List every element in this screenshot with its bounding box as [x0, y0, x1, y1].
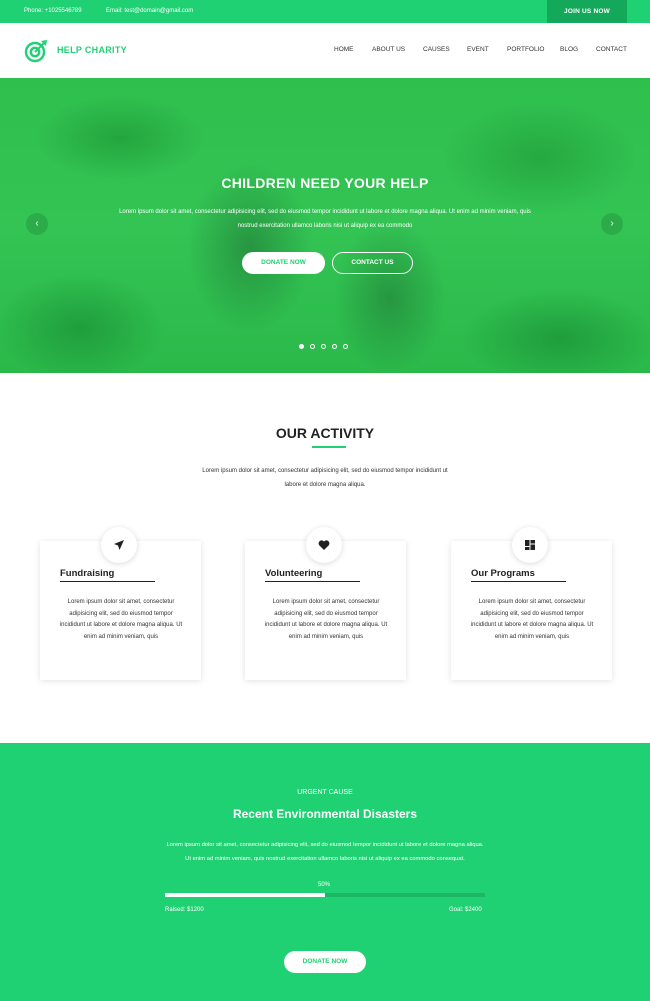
slider-dot[interactable]: [332, 344, 337, 349]
card-title: Fundraising: [60, 568, 115, 579]
card-icon-badge: [306, 527, 342, 563]
urgent-kicker: URGENT CAUSE: [297, 789, 353, 796]
dashboard-grid-icon: [525, 540, 535, 550]
activity-card-programs[interactable]: Our Programs Lorem ipsum dolor sit amet,…: [451, 527, 612, 680]
top-bar: Phone: +1025546789 Email: test@domain@gm…: [0, 0, 650, 23]
card-title: Volunteering: [265, 568, 323, 579]
contact-phone: Phone: +1025546789: [24, 8, 82, 14]
slider-next-button[interactable]: ›: [601, 213, 623, 235]
card-icon-badge: [101, 527, 137, 563]
urgent-text: Lorem ipsum dolor sit amet, consectetur …: [166, 842, 484, 862]
paper-plane-icon: [114, 540, 124, 550]
heart-icon: [318, 540, 330, 550]
slider-dot[interactable]: [321, 344, 326, 349]
slider-dot[interactable]: [299, 344, 304, 349]
slider-dot[interactable]: [310, 344, 315, 349]
card-icon-badge: [512, 527, 548, 563]
card-title-underline: [60, 581, 155, 582]
brand-name[interactable]: HELP CHARITY: [57, 45, 127, 55]
nav-causes[interactable]: CAUSES: [423, 46, 450, 53]
join-us-button[interactable]: JOIN US NOW: [547, 0, 627, 23]
title-underline: [312, 446, 346, 448]
activity-intro: Lorem ipsum dolor sit amet, consectetur …: [202, 468, 448, 488]
hero-text: Lorem ipsum dolor sit amet, consectetur …: [119, 209, 531, 229]
card-text: Lorem ipsum dolor sit amet, consectetur …: [264, 599, 388, 640]
nav-contact[interactable]: CONTACT: [596, 46, 627, 53]
goal-amount: Goal: $2400: [449, 907, 482, 913]
main-navbar: HELP CHARITY HOME ABOUT US CAUSES EVENT …: [0, 23, 650, 78]
card-title-underline: [265, 581, 360, 582]
card-text: Lorem ipsum dolor sit amet, consectetur …: [470, 599, 594, 640]
target-icon[interactable]: [24, 39, 48, 63]
card-title-underline: [471, 581, 566, 582]
raised-amount: Raised: $1200: [165, 907, 204, 913]
progress-percent: 50%: [318, 882, 331, 888]
hero-donate-button[interactable]: DONATE NOW: [242, 252, 325, 274]
hero-slider: CHILDREN NEED YOUR HELP Lorem ipsum dolo…: [0, 78, 650, 373]
nav-blog[interactable]: BLOG: [560, 46, 578, 53]
activity-card-volunteering[interactable]: Volunteering Lorem ipsum dolor sit amet,…: [245, 527, 406, 680]
card-title: Our Programs: [471, 568, 535, 579]
nav-home[interactable]: HOME: [334, 46, 354, 53]
urgent-donate-button[interactable]: DONATE NOW: [284, 951, 366, 973]
chevron-right-icon: ›: [610, 218, 614, 229]
slider-dot[interactable]: [343, 344, 348, 349]
nav-event[interactable]: EVENT: [467, 46, 489, 53]
chevron-left-icon: ‹: [35, 218, 39, 229]
nav-portfolio[interactable]: PORTFOLIO: [507, 46, 544, 53]
urgent-cause-section: URGENT CAUSE Recent Environmental Disast…: [0, 743, 650, 1001]
contact-email: Email: test@domain@gmail.com: [106, 8, 194, 14]
slider-prev-button[interactable]: ‹: [26, 213, 48, 235]
hero-contact-button[interactable]: CONTACT US: [332, 252, 413, 274]
donation-progress-bar: [165, 893, 485, 897]
hero-title: CHILDREN NEED YOUR HELP: [221, 175, 429, 191]
activity-card-fundraising[interactable]: Fundraising Lorem ipsum dolor sit amet, …: [40, 527, 201, 680]
progress-fill: [165, 893, 325, 897]
urgent-title: Recent Environmental Disasters: [232, 807, 418, 821]
nav-about-us[interactable]: ABOUT US: [372, 46, 405, 53]
activity-title: OUR ACTIVITY: [275, 425, 375, 441]
card-text: Lorem ipsum dolor sit amet, consectetur …: [59, 599, 183, 640]
